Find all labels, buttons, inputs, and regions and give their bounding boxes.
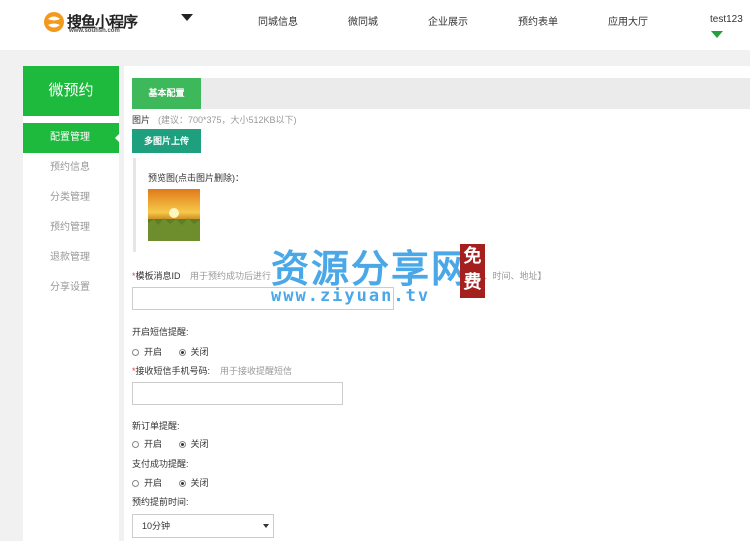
nav-item-company[interactable]: 企业展示 — [428, 13, 468, 28]
image-label: 图片 — [132, 115, 151, 125]
top-bar: 搜鱼小程序 www.soufish.com 同城信息 微同城 企业展示 预约表单… — [0, 0, 750, 50]
sidebar-item-booking-manage[interactable]: 预约管理 — [23, 213, 119, 243]
sms-radio-on[interactable]: 开启 — [132, 347, 162, 357]
sms-radio-group: 开启 关闭 — [132, 345, 209, 358]
preview-label: 预览图(点击图片删除)： — [148, 173, 244, 183]
nav-item-city-info[interactable]: 同城信息 — [258, 13, 298, 28]
phone-hint: 用于接收提醒短信 — [220, 366, 293, 376]
sidebar-item-config[interactable]: 配置管理 — [23, 123, 120, 153]
sidebar: 微预约 配置管理 预约信息 分类管理 预约管理 退款管理 分享设置 — [23, 66, 120, 541]
new-order-label: 新订单提醒: — [132, 421, 180, 431]
multi-image-upload-button[interactable]: 多图片上传 — [132, 129, 201, 153]
sidebar-item-category[interactable]: 分类管理 — [23, 183, 119, 213]
watermark-stamp: 免费 — [460, 244, 485, 298]
pay-success-radio-group: 开启 关闭 — [132, 476, 209, 489]
nav-item-micro-city[interactable]: 微同城 — [348, 13, 378, 28]
fish-logo-icon — [44, 12, 64, 32]
sidebar-item-refund[interactable]: 退款管理 — [23, 243, 119, 273]
tab-basic-config[interactable]: 基本配置 — [132, 78, 201, 109]
pay-success-label: 支付成功提醒: — [132, 459, 189, 469]
tab-bar: 基本配置 — [132, 78, 750, 109]
template-id-hint: 用于预约成功后进行 — [190, 271, 272, 281]
advance-time-select[interactable]: 10分钟 — [132, 514, 274, 538]
sms-label: 开启短信提醒: — [132, 327, 189, 337]
logo-subtitle: www.soufish.com — [69, 28, 120, 34]
new-order-radio-off[interactable]: 关闭 — [178, 439, 209, 449]
phone-label: *接收短信手机号码: — [132, 366, 211, 376]
select-caret-icon — [263, 524, 269, 528]
watermark-url: www.ziyuan.tv — [271, 286, 431, 306]
pay-success-radio-off[interactable]: 关闭 — [178, 478, 209, 488]
template-id-hint-tail: 】、时间、地址】 — [479, 271, 547, 281]
advance-time-label: 预约提前时间: — [132, 497, 189, 507]
main-panel: 基本配置 图片 (建议：700*375，大小512KB以下) 多图片上传 预览图… — [124, 66, 750, 541]
sidebar-item-booking-info[interactable]: 预约信息 — [23, 153, 119, 183]
sidebar-title: 微预约 — [23, 66, 119, 116]
user-menu-caret-icon[interactable] — [711, 31, 723, 38]
logo[interactable]: 搜鱼小程序 www.soufish.com — [43, 10, 143, 36]
preview-thumbnail[interactable] — [148, 189, 200, 241]
nav-item-app-hall[interactable]: 应用大厅 — [608, 13, 648, 28]
menu-toggle-caret-icon[interactable] — [181, 14, 193, 21]
sms-radio-off[interactable]: 关闭 — [178, 347, 209, 357]
nav-item-booking-form[interactable]: 预约表单 — [518, 13, 558, 28]
sidebar-item-share[interactable]: 分享设置 — [23, 273, 119, 303]
watermark-title: 资源分享网 — [271, 246, 472, 291]
template-id-label: *模板消息ID — [132, 271, 181, 281]
phone-input[interactable] — [132, 382, 343, 405]
pay-success-radio-on[interactable]: 开启 — [132, 478, 162, 488]
image-hint: (建议：700*375，大小512KB以下) — [158, 115, 297, 125]
user-name[interactable]: test123 — [710, 14, 743, 25]
new-order-radio-group: 开启 关闭 — [132, 437, 209, 450]
new-order-radio-on[interactable]: 开启 — [132, 439, 162, 449]
